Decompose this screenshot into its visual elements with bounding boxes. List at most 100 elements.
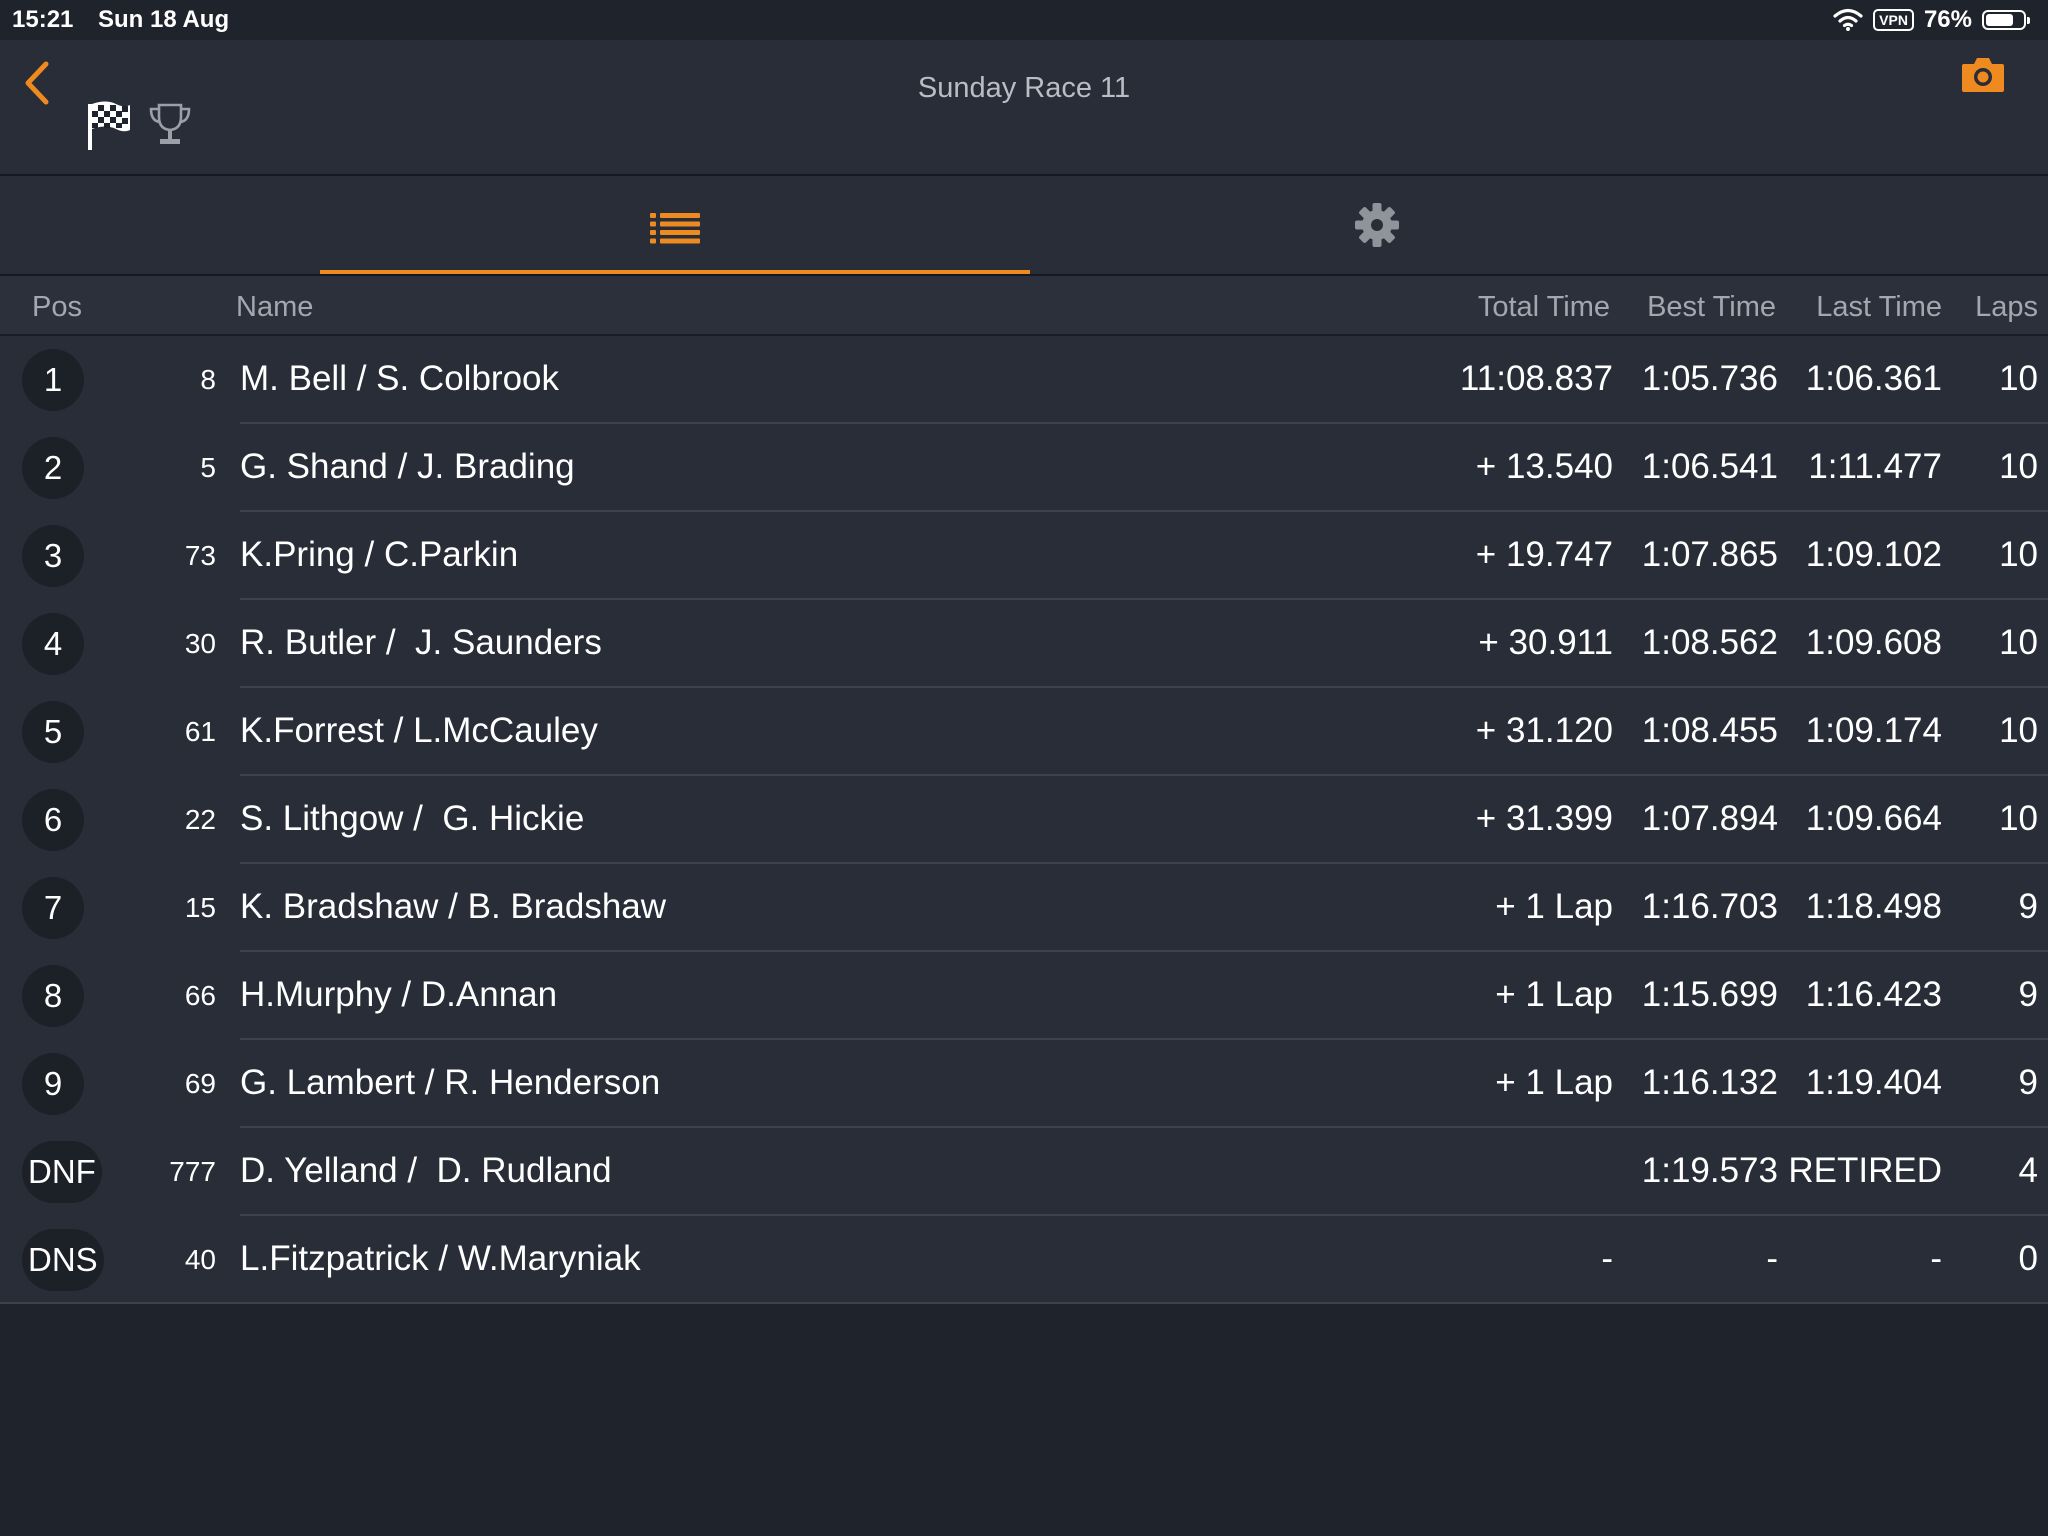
table-row[interactable]: 7 15 K. Bradshaw / B. Bradshaw + 1 Lap 1… — [0, 864, 2048, 952]
laps-count: 10 — [1999, 799, 2038, 838]
position-badge: 9 — [22, 1053, 84, 1115]
table-row[interactable]: 6 22 S. Lithgow / G. Hickie + 31.399 1:0… — [0, 776, 2048, 864]
car-number: 777 — [169, 1156, 216, 1187]
table-row[interactable]: 9 69 G. Lambert / R. Henderson + 1 Lap 1… — [0, 1040, 2048, 1128]
best-time: 1:05.736 — [1641, 359, 1778, 398]
laps-count: 10 — [1999, 447, 2038, 486]
total-time: + 13.540 — [1475, 447, 1613, 486]
status-date: Sun 18 Aug — [98, 6, 230, 33]
last-time: 1:09.174 — [1805, 711, 1942, 750]
header-best-time[interactable]: Best Time — [1647, 291, 1776, 324]
tab-results-list[interactable] — [320, 176, 1030, 274]
table-header: Pos Name Total Time Best Time Last Time … — [0, 276, 2048, 336]
header-laps[interactable]: Laps — [1975, 291, 2038, 324]
best-time: 1:07.894 — [1641, 799, 1778, 838]
header-total-time[interactable]: Total Time — [1478, 291, 1610, 324]
car-number: 22 — [184, 804, 216, 835]
position-badge: 8 — [22, 965, 84, 1027]
last-time: - — [1930, 1239, 1942, 1278]
header-name[interactable]: Name — [236, 291, 313, 324]
laps-count: 4 — [2018, 1151, 2038, 1190]
page-title: Sunday Race 11 — [917, 72, 1131, 104]
driver-names: M. Bell / S. Colbrook — [240, 359, 559, 398]
results-table: 1 8 M. Bell / S. Colbrook 11:08.837 1:05… — [0, 336, 2048, 1304]
best-time: 1:08.562 — [1641, 623, 1778, 662]
vpn-badge: VPN — [1873, 9, 1914, 31]
car-number: 61 — [184, 716, 216, 747]
last-time: RETIRED — [1788, 1151, 1942, 1190]
total-time: - — [1601, 1239, 1613, 1278]
laps-count: 9 — [2018, 887, 2038, 926]
checkered-flag-icon[interactable] — [86, 100, 132, 152]
tab-selected-indicator — [320, 270, 1030, 274]
best-time: 1:16.132 — [1641, 1063, 1778, 1102]
last-time: 1:11.477 — [1808, 447, 1942, 486]
last-time: 1:06.361 — [1805, 359, 1942, 398]
last-time: 1:09.664 — [1805, 799, 1942, 838]
status-bar: 15:21 Sun 18 Aug VPN 76% — [0, 0, 2048, 40]
wifi-icon — [1833, 8, 1863, 31]
position-badge: 6 — [22, 789, 84, 851]
car-number: 40 — [184, 1244, 216, 1275]
navigation-bar: Sunday Race 11 — [0, 40, 2048, 176]
table-row[interactable]: 5 61 K.Forrest / L.McCauley + 31.120 1:0… — [0, 688, 2048, 776]
trophy-icon[interactable] — [148, 102, 192, 148]
total-time: + 31.120 — [1475, 711, 1613, 750]
driver-names: L.Fitzpatrick / W.Maryniak — [240, 1239, 641, 1278]
table-row[interactable]: 4 30 R. Butler / J. Saunders + 30.911 1:… — [0, 600, 2048, 688]
header-last-time[interactable]: Last Time — [1816, 291, 1942, 324]
table-row[interactable]: 8 66 H.Murphy / D.Annan + 1 Lap 1:15.699… — [0, 952, 2048, 1040]
driver-names: R. Butler / J. Saunders — [240, 623, 602, 662]
best-time: 1:19.573 — [1641, 1151, 1778, 1190]
laps-count: 9 — [2018, 1063, 2038, 1102]
last-time: 1:19.404 — [1805, 1063, 1942, 1102]
last-time: 1:18.498 — [1805, 887, 1942, 926]
position-badge: DNF — [22, 1141, 102, 1203]
table-row[interactable]: 2 5 G. Shand / J. Brading + 13.540 1:06.… — [0, 424, 2048, 512]
total-time: + 19.747 — [1475, 535, 1613, 574]
driver-names: D. Yelland / D. Rudland — [240, 1151, 612, 1190]
position-badge: 3 — [22, 525, 84, 587]
driver-names: K.Pring / C.Parkin — [240, 535, 519, 574]
last-time: 1:09.102 — [1805, 535, 1942, 574]
laps-count: 10 — [1999, 623, 2038, 662]
last-time: 1:09.608 — [1805, 623, 1942, 662]
tab-bar — [0, 176, 2048, 276]
best-time: 1:15.699 — [1641, 975, 1778, 1014]
car-number: 30 — [184, 628, 216, 659]
table-row[interactable]: DNS 40 L.Fitzpatrick / W.Maryniak - - - … — [0, 1216, 2048, 1304]
tab-settings[interactable] — [1022, 176, 1732, 274]
laps-count: 10 — [1999, 535, 2038, 574]
header-pos[interactable]: Pos — [32, 291, 82, 324]
battery-icon — [1982, 10, 2030, 30]
car-number: 5 — [200, 452, 216, 483]
car-number: 15 — [184, 892, 216, 923]
total-time: + 1 Lap — [1495, 1063, 1613, 1102]
gear-icon — [1355, 203, 1399, 247]
driver-names: K.Forrest / L.McCauley — [240, 711, 598, 750]
total-time: + 31.399 — [1475, 799, 1613, 838]
laps-count: 9 — [2018, 975, 2038, 1014]
car-number: 8 — [200, 364, 216, 395]
best-time: 1:08.455 — [1641, 711, 1778, 750]
position-badge: 2 — [22, 437, 84, 499]
total-time: 11:08.837 — [1459, 359, 1613, 398]
laps-count: 10 — [1999, 359, 2038, 398]
status-indicators: VPN 76% — [1833, 5, 2030, 35]
driver-names: H.Murphy / D.Annan — [240, 975, 558, 1014]
total-time: + 30.911 — [1478, 623, 1613, 662]
table-row[interactable]: DNF 777 D. Yelland / D. Rudland 1:19.573… — [0, 1128, 2048, 1216]
driver-names: G. Lambert / R. Henderson — [240, 1063, 661, 1102]
best-time: 1:07.865 — [1641, 535, 1778, 574]
table-row[interactable]: 1 8 M. Bell / S. Colbrook 11:08.837 1:05… — [0, 336, 2048, 424]
laps-count: 0 — [2018, 1239, 2038, 1278]
best-time: - — [1766, 1239, 1778, 1278]
camera-icon[interactable] — [1960, 54, 2006, 96]
battery-percent: 76% — [1923, 6, 1972, 33]
position-badge: 5 — [22, 701, 84, 763]
table-row[interactable]: 3 73 K.Pring / C.Parkin + 19.747 1:07.86… — [0, 512, 2048, 600]
car-number: 66 — [184, 980, 216, 1011]
position-badge: 7 — [22, 877, 84, 939]
laps-count: 10 — [1999, 711, 2038, 750]
best-time: 1:06.541 — [1641, 447, 1778, 486]
